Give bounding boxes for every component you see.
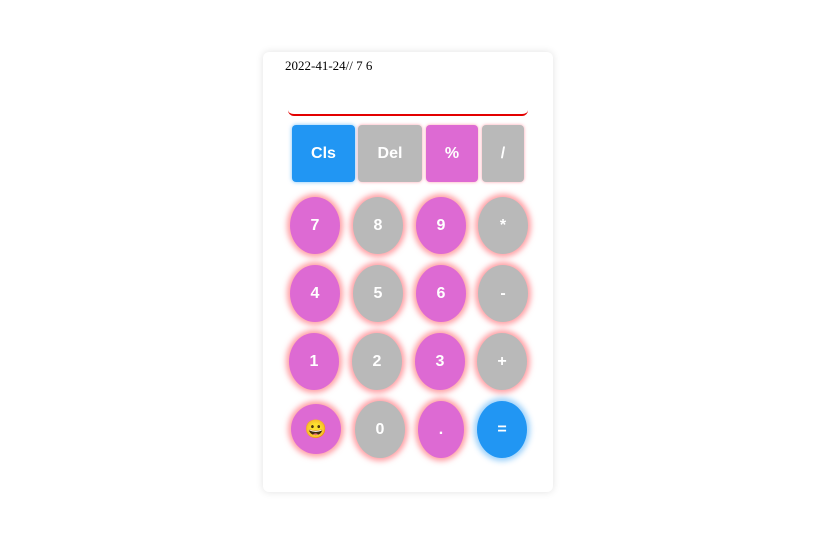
key-1[interactable]: 1: [289, 333, 339, 390]
clear-button[interactable]: Cls: [292, 125, 355, 182]
key-0[interactable]: 0: [355, 401, 405, 458]
dot-button[interactable]: .: [418, 401, 464, 458]
key-6[interactable]: 6: [416, 265, 466, 322]
multiply-button[interactable]: *: [478, 197, 528, 254]
key-3[interactable]: 3: [415, 333, 465, 390]
minus-button[interactable]: -: [478, 265, 528, 322]
equals-button[interactable]: =: [477, 401, 527, 458]
key-5[interactable]: 5: [353, 265, 403, 322]
plus-button[interactable]: +: [477, 333, 527, 390]
emoji-button[interactable]: 😀: [291, 404, 341, 454]
display-input[interactable]: [288, 92, 528, 116]
key-2[interactable]: 2: [352, 333, 402, 390]
percent-button[interactable]: %: [426, 125, 478, 182]
datetime-label: 2022-41-24// 7 6: [285, 58, 373, 73]
key-7[interactable]: 7: [290, 197, 340, 254]
key-8[interactable]: 8: [353, 197, 403, 254]
key-4[interactable]: 4: [290, 265, 340, 322]
divide-button[interactable]: /: [482, 125, 524, 182]
calculator: 2022-41-24// 7 6 Cls Del % / 7 8 9 * 4 5…: [263, 52, 553, 492]
delete-button[interactable]: Del: [358, 125, 422, 182]
key-9[interactable]: 9: [416, 197, 466, 254]
